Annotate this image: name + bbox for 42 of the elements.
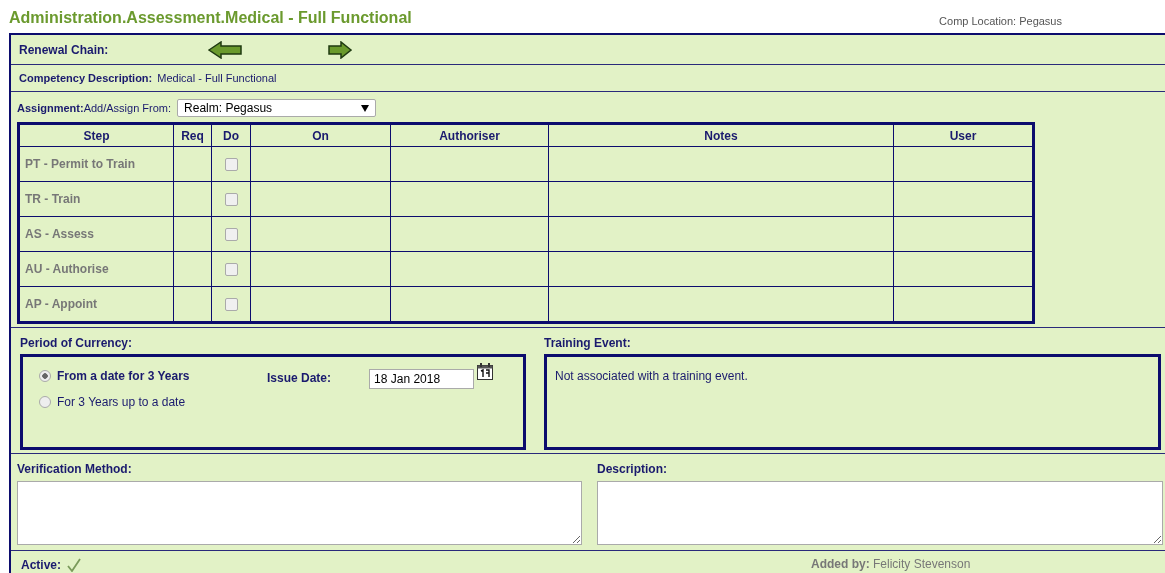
description-label: Description: — [597, 462, 668, 476]
checkbox[interactable] — [224, 193, 238, 207]
column-header: On — [250, 123, 391, 147]
comp-location: Comp Location: Pegasus — [939, 15, 1062, 27]
checkbox[interactable] — [224, 228, 238, 242]
radio-button[interactable] — [39, 370, 51, 382]
right-arrow-icon[interactable] — [328, 40, 352, 59]
realm-dropdown[interactable]: Realm: Pegasus — [177, 99, 377, 117]
checkbox[interactable] — [224, 298, 238, 312]
caret-icon — [361, 104, 370, 112]
step-cell: TR - Train — [18, 181, 174, 217]
verification-method-label: Verification Method: — [17, 462, 133, 476]
step-cell: PT - Permit to Train — [18, 146, 174, 182]
column-header: Step — [18, 123, 174, 147]
radio-label[interactable]: For 3 Years up to a date — [57, 395, 186, 409]
period-label: Period of Currency: — [20, 336, 134, 350]
renewal-chain-label: Renewal Chain: — [19, 42, 110, 57]
assignment-label: Assignment: — [17, 102, 84, 114]
issue-date-label: Issue Date: — [267, 371, 332, 385]
checkbox[interactable] — [224, 158, 238, 172]
verification-method-field[interactable] — [17, 481, 582, 545]
column-header: Do — [211, 123, 251, 147]
training-event-text: Not associated with a training event. — [555, 369, 749, 383]
calendar-icon[interactable] — [477, 363, 494, 380]
description-field[interactable] — [597, 481, 1163, 545]
column-header: Req — [173, 123, 212, 147]
assign-from-label: Add/Assign From: — [83, 102, 172, 114]
column-header: Authoriser — [390, 123, 549, 147]
page-title: Administration.Assessment.Medical - Full Functional — [9, 9, 412, 27]
competency-value: Medical - Full Functional — [157, 72, 277, 84]
step-cell: AU - Authorise — [18, 251, 174, 287]
checkbox[interactable] — [224, 263, 238, 277]
issue-date-field[interactable]: 18 Jan 2018 — [369, 369, 475, 389]
radio-label[interactable]: From a date for 3 Years — [57, 369, 190, 383]
left-arrow-icon[interactable] — [208, 40, 242, 59]
added-by-text: Added by: Felicity Stevenson — [811, 557, 971, 573]
step-cell: AS - Assess — [18, 216, 174, 252]
radio-button[interactable] — [39, 396, 51, 408]
competency-label: Competency Description: — [19, 72, 153, 84]
column-header: Notes — [548, 123, 894, 147]
training-event-label: Training Event: — [544, 336, 632, 350]
active-label: Active: — [21, 558, 61, 572]
